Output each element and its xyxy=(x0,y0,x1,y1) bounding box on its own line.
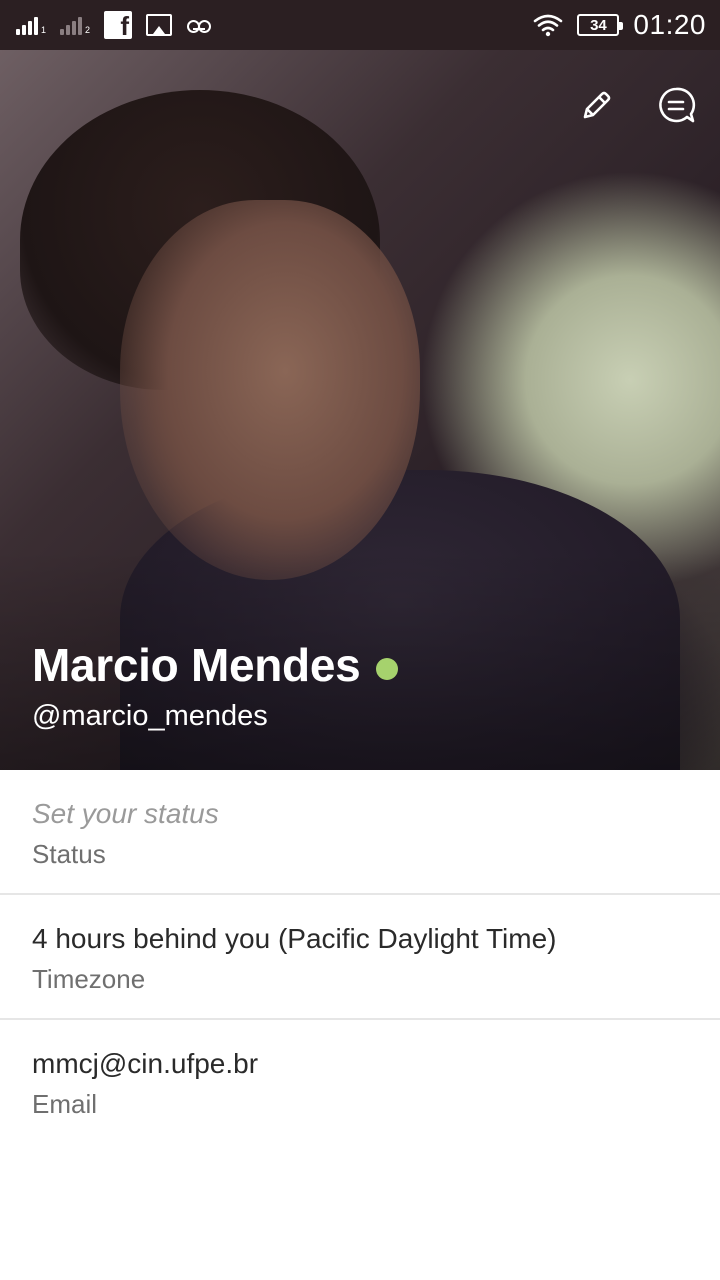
status-value: Set your status xyxy=(32,798,219,829)
battery-icon: 34 xyxy=(577,14,624,36)
sim2-label: 2 xyxy=(85,25,91,35)
image-icon xyxy=(146,14,173,36)
timezone-field[interactable]: 4 hours behind you (Pacific Daylight Tim… xyxy=(0,895,720,1020)
clock: 01:20 xyxy=(633,9,706,40)
status-bar-right: 34 01:20 xyxy=(533,9,706,41)
signal-sim1-icon: 1 xyxy=(16,15,46,35)
profile-name: Marcio Mendes xyxy=(32,639,361,691)
edit-button[interactable] xyxy=(576,86,616,126)
presence-dot xyxy=(376,658,399,680)
timezone-value: 4 hours behind you (Pacific Daylight Tim… xyxy=(32,923,557,954)
edit-icon xyxy=(583,91,611,119)
header-actions xyxy=(576,86,696,126)
profile-handle: @marcio_mendes xyxy=(32,700,268,732)
profile-photo[interactable]: Marcio Mendes @marcio_mendes xyxy=(0,50,720,770)
status-bar: 1 2 f 34 01:20 xyxy=(0,0,720,50)
wifi-icon xyxy=(534,14,563,37)
profile-fields: Set your status Status 4 hours behind yo… xyxy=(0,770,720,1145)
voicemail-icon xyxy=(186,17,212,33)
status-field[interactable]: Set your status Status xyxy=(0,770,720,895)
status-label: Status xyxy=(32,839,106,869)
facebook-icon: f xyxy=(104,11,133,39)
email-label: Email xyxy=(32,1089,98,1119)
email-value: mmcj@cin.ufpe.br xyxy=(32,1048,259,1079)
message-icon xyxy=(659,87,696,123)
timezone-label: Timezone xyxy=(32,964,146,994)
signal-sim2-icon: 2 xyxy=(60,15,90,35)
email-field[interactable]: mmcj@cin.ufpe.br Email xyxy=(0,1020,720,1145)
sim1-label: 1 xyxy=(41,25,47,35)
status-bar-left: 1 2 f xyxy=(16,11,212,39)
profile-name-row: Marcio Mendes xyxy=(32,638,399,692)
battery-level: 34 xyxy=(590,16,607,34)
message-button[interactable] xyxy=(656,86,696,126)
